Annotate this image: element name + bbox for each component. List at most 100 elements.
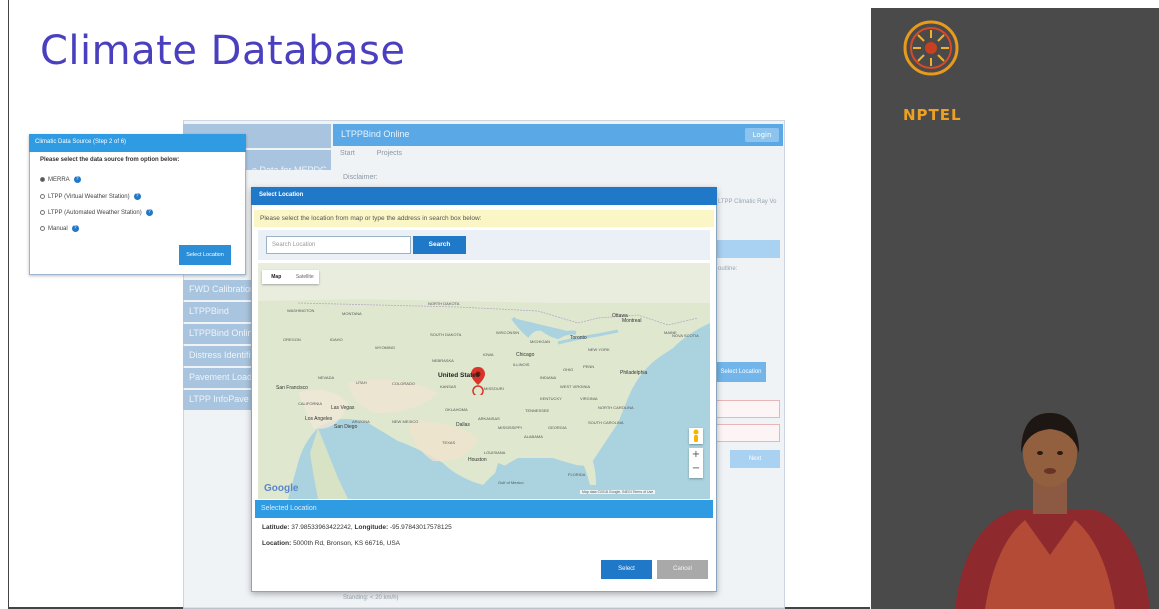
radio-dot[interactable] <box>40 194 45 199</box>
map-label-state: UTAH <box>356 380 367 385</box>
map-label-city: Toronto <box>570 335 587 341</box>
map-attribution[interactable]: Map data ©2018 Google, INEGI Terms of Us… <box>580 490 656 494</box>
map-label-state: VIRGINIA <box>580 396 598 401</box>
dialog-header: Climatic Data Source (Step 2 of 6) <box>29 134 246 152</box>
map-label-city: San Francisco <box>276 385 308 391</box>
location-value: 5000th Rd, Bronson, KS 66716, USA <box>293 540 401 547</box>
modal-header: Select Location <box>251 187 717 205</box>
map-label-city: Montreal <box>622 318 642 324</box>
presenter-video <box>945 395 1159 609</box>
select-location-button[interactable]: Select Location <box>179 245 231 265</box>
sidebar-item-mepdg[interactable]: e Data for MEPDG <box>252 165 327 175</box>
radio-label: MERRA <box>48 176 70 183</box>
latitude-label: Latitude: <box>262 524 290 531</box>
map-label-state: IDAHO <box>330 337 343 342</box>
radio-label: LTPP (Virtual Weather Station) <box>48 193 130 200</box>
login-button[interactable]: Login <box>745 128 779 142</box>
radio-ltpp-automated[interactable]: LTPP (Automated Weather Station) ? <box>40 209 153 216</box>
street-view-pegman-icon[interactable] <box>689 428 703 444</box>
search-button[interactable]: Search <box>413 236 466 254</box>
map-label-state: NEW MEXICO <box>392 419 419 424</box>
radio-manual[interactable]: Manual ? <box>40 225 79 232</box>
map-label-state: WASHINGTON <box>287 308 315 313</box>
app-topbar-title: LTPPBind Online <box>333 124 783 146</box>
google-logo: Google <box>264 483 299 494</box>
search-input[interactable]: Search Location <box>266 236 411 254</box>
map-label-state: TENNESSEE <box>525 408 550 413</box>
map-label-state: SOUTH DAKOTA <box>430 332 462 337</box>
map-label-state: MISSISSIPPI <box>498 425 522 430</box>
map-label-state: ALABAMA <box>524 434 543 439</box>
longitude-value: -95.97843017578125 <box>389 524 452 531</box>
next-button[interactable]: Next <box>730 450 780 468</box>
radio-dot[interactable] <box>40 226 45 231</box>
nptel-logo-text: NPTEL <box>903 106 962 124</box>
radio-merra[interactable]: MERRA ? <box>40 176 81 183</box>
map-label-state: WYOMING <box>375 345 395 350</box>
map-label-city: Philadelphia <box>620 370 648 376</box>
help-icon[interactable]: ? <box>133 193 141 200</box>
traffic-speed-line-2: Standing: < 20 km/h) <box>343 595 399 601</box>
map-label-state: FLORIDA <box>568 472 586 477</box>
map-label-state: MISSOURI <box>484 386 504 391</box>
modal-instruction: Please select the location from map or t… <box>254 210 714 227</box>
map-label-state: IOWA <box>483 352 494 357</box>
map-label-state: INDIANA <box>540 375 557 380</box>
nptel-logo-icon <box>903 20 959 76</box>
required-field-2[interactable] <box>716 424 780 442</box>
map-type-satellite[interactable]: Satellite <box>291 270 320 284</box>
map-label-state: KENTUCKY <box>540 396 562 401</box>
map-zoom-control[interactable]: + − <box>689 448 703 478</box>
map-label-city: Las Vegas <box>331 405 355 411</box>
app-tabs: Start Projects <box>340 150 422 157</box>
map-label-city: Dallas <box>456 422 470 428</box>
map-label-state: NEVADA <box>318 375 335 380</box>
map-label-state: TEXAS <box>442 440 456 445</box>
map-type-toggle[interactable]: Map Satellite <box>262 270 319 284</box>
map-label-state: ARKANSAS <box>478 416 500 421</box>
tab-projects[interactable]: Projects <box>377 150 402 157</box>
map-label-state: WISCONSIN <box>496 330 520 335</box>
location-readout: Location: 5000th Rd, Bronson, KS 66716, … <box>262 540 400 547</box>
cancel-button[interactable]: Cancel <box>657 560 708 579</box>
zoom-out-icon[interactable]: − <box>689 462 703 476</box>
help-icon[interactable]: ? <box>73 176 81 183</box>
map-label-city: Los Angeles <box>305 416 333 422</box>
radio-label: Manual <box>48 225 68 232</box>
map-label-state: OREGON <box>283 337 301 342</box>
map-label-state: PENN <box>583 364 595 369</box>
map-label-state: NORTH CAROLINA <box>598 405 634 410</box>
selected-location-header: Selected Location <box>255 500 713 518</box>
required-field-1[interactable] <box>716 400 780 418</box>
map-type-map[interactable]: Map <box>262 270 291 284</box>
google-map[interactable] <box>258 263 710 499</box>
map-label-city: San Diego <box>334 424 358 430</box>
radio-ltpp-virtual[interactable]: LTPP (Virtual Weather Station) ? <box>40 193 141 200</box>
location-label: Location: <box>262 540 292 547</box>
radio-dot[interactable] <box>40 177 45 182</box>
tab-start[interactable]: Start <box>340 150 355 157</box>
map-label-state: KANSAS <box>440 384 457 389</box>
map-label-state: MONTANA <box>342 311 362 316</box>
outline-label: outline: <box>718 266 738 272</box>
map-label-state: CALIFORNIA <box>298 401 323 406</box>
map-label-state: SOUTH CAROLINA <box>588 420 624 425</box>
latitude-value: 37.98533963422242 <box>291 524 351 531</box>
dialog-instruction: Please select the data source from optio… <box>40 157 180 163</box>
map-label-state: MICHIGAN <box>530 339 550 344</box>
map-label-water: Gulf of Mexico <box>498 480 524 485</box>
section-bar <box>716 240 780 258</box>
zoom-in-icon[interactable]: + <box>689 448 703 462</box>
radio-label: LTPP (Automated Weather Station) <box>48 209 142 216</box>
help-icon[interactable]: ? <box>71 225 79 232</box>
radio-dot[interactable] <box>40 210 45 215</box>
map-label-city: Chicago <box>516 352 535 358</box>
select-button[interactable]: Select <box>601 560 652 579</box>
map-label-state: COLORADO <box>392 381 415 386</box>
slide-border <box>8 0 9 609</box>
map-label-state: OKLAHOMA <box>445 407 468 412</box>
map-label-state: ILLINOIS <box>513 362 530 367</box>
disclaimer-label: Disclaimer: <box>343 174 378 181</box>
app-select-location-button[interactable]: Select Location <box>716 362 766 382</box>
help-icon[interactable]: ? <box>145 209 153 216</box>
